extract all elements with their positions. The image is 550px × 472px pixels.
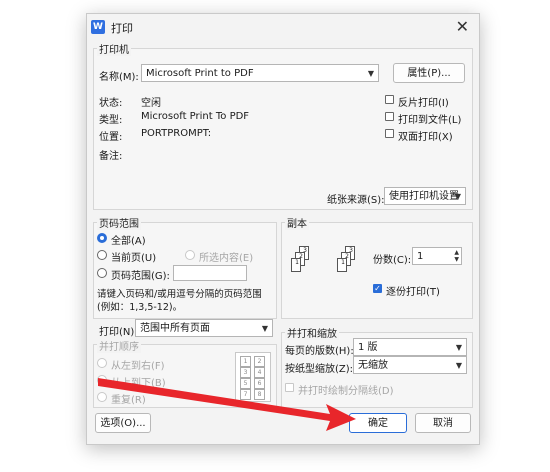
annotation-arrow-icon [98, 378, 356, 431]
